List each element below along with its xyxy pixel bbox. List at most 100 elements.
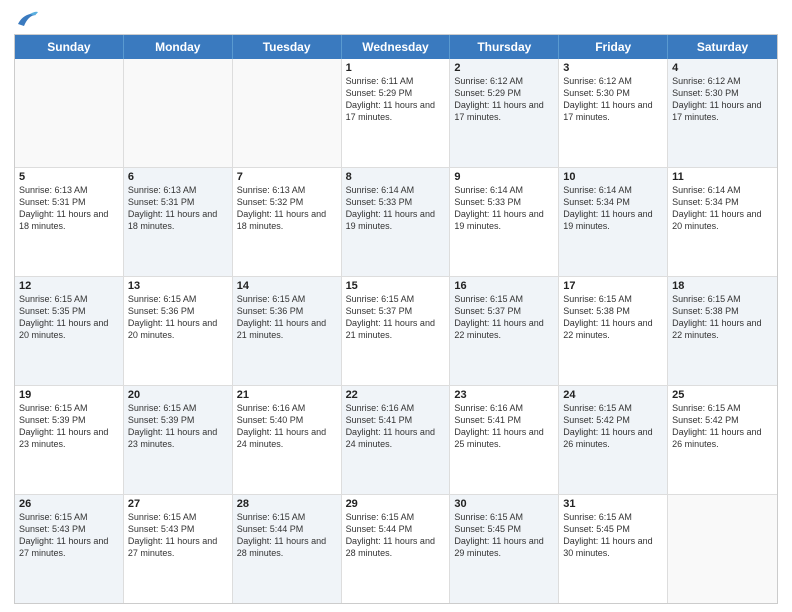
- day-number: 13: [128, 280, 228, 292]
- cal-header-saturday: Saturday: [668, 35, 777, 59]
- cell-info: Sunrise: 6:14 AM Sunset: 5:33 PM Dayligh…: [454, 184, 554, 233]
- cal-cell-1-2: 7Sunrise: 6:13 AM Sunset: 5:32 PM Daylig…: [233, 168, 342, 276]
- cal-cell-0-6: 4Sunrise: 6:12 AM Sunset: 5:30 PM Daylig…: [668, 59, 777, 167]
- cal-cell-0-1: [124, 59, 233, 167]
- day-number: 14: [237, 280, 337, 292]
- cal-cell-0-0: [15, 59, 124, 167]
- header: [14, 10, 778, 28]
- day-number: 16: [454, 280, 554, 292]
- day-number: 27: [128, 498, 228, 510]
- cal-cell-4-2: 28Sunrise: 6:15 AM Sunset: 5:44 PM Dayli…: [233, 495, 342, 603]
- day-number: 3: [563, 62, 663, 74]
- cell-info: Sunrise: 6:13 AM Sunset: 5:31 PM Dayligh…: [128, 184, 228, 233]
- cal-cell-2-3: 15Sunrise: 6:15 AM Sunset: 5:37 PM Dayli…: [342, 277, 451, 385]
- day-number: 6: [128, 171, 228, 183]
- day-number: 7: [237, 171, 337, 183]
- cal-cell-2-2: 14Sunrise: 6:15 AM Sunset: 5:36 PM Dayli…: [233, 277, 342, 385]
- day-number: 23: [454, 389, 554, 401]
- calendar-row-1: 5Sunrise: 6:13 AM Sunset: 5:31 PM Daylig…: [15, 168, 777, 277]
- day-number: 22: [346, 389, 446, 401]
- day-number: 28: [237, 498, 337, 510]
- day-number: 11: [672, 171, 773, 183]
- cell-info: Sunrise: 6:15 AM Sunset: 5:44 PM Dayligh…: [237, 511, 337, 560]
- cal-cell-3-3: 22Sunrise: 6:16 AM Sunset: 5:41 PM Dayli…: [342, 386, 451, 494]
- cal-cell-2-0: 12Sunrise: 6:15 AM Sunset: 5:35 PM Dayli…: [15, 277, 124, 385]
- day-number: 2: [454, 62, 554, 74]
- cell-info: Sunrise: 6:11 AM Sunset: 5:29 PM Dayligh…: [346, 75, 446, 124]
- cell-info: Sunrise: 6:15 AM Sunset: 5:42 PM Dayligh…: [563, 402, 663, 451]
- day-number: 1: [346, 62, 446, 74]
- calendar-row-2: 12Sunrise: 6:15 AM Sunset: 5:35 PM Dayli…: [15, 277, 777, 386]
- cell-info: Sunrise: 6:15 AM Sunset: 5:35 PM Dayligh…: [19, 293, 119, 342]
- cal-cell-3-4: 23Sunrise: 6:16 AM Sunset: 5:41 PM Dayli…: [450, 386, 559, 494]
- cal-cell-3-6: 25Sunrise: 6:15 AM Sunset: 5:42 PM Dayli…: [668, 386, 777, 494]
- cell-info: Sunrise: 6:13 AM Sunset: 5:32 PM Dayligh…: [237, 184, 337, 233]
- day-number: 31: [563, 498, 663, 510]
- cell-info: Sunrise: 6:13 AM Sunset: 5:31 PM Dayligh…: [19, 184, 119, 233]
- cal-cell-1-6: 11Sunrise: 6:14 AM Sunset: 5:34 PM Dayli…: [668, 168, 777, 276]
- cell-info: Sunrise: 6:15 AM Sunset: 5:37 PM Dayligh…: [346, 293, 446, 342]
- cal-cell-4-1: 27Sunrise: 6:15 AM Sunset: 5:43 PM Dayli…: [124, 495, 233, 603]
- cal-header-wednesday: Wednesday: [342, 35, 451, 59]
- cal-cell-1-1: 6Sunrise: 6:13 AM Sunset: 5:31 PM Daylig…: [124, 168, 233, 276]
- day-number: 5: [19, 171, 119, 183]
- cell-info: Sunrise: 6:15 AM Sunset: 5:44 PM Dayligh…: [346, 511, 446, 560]
- day-number: 17: [563, 280, 663, 292]
- day-number: 24: [563, 389, 663, 401]
- cell-info: Sunrise: 6:15 AM Sunset: 5:36 PM Dayligh…: [237, 293, 337, 342]
- day-number: 21: [237, 389, 337, 401]
- cal-cell-3-0: 19Sunrise: 6:15 AM Sunset: 5:39 PM Dayli…: [15, 386, 124, 494]
- cal-header-thursday: Thursday: [450, 35, 559, 59]
- day-number: 19: [19, 389, 119, 401]
- calendar-header-row: SundayMondayTuesdayWednesdayThursdayFrid…: [15, 35, 777, 59]
- day-number: 10: [563, 171, 663, 183]
- cell-info: Sunrise: 6:15 AM Sunset: 5:45 PM Dayligh…: [563, 511, 663, 560]
- cal-cell-3-1: 20Sunrise: 6:15 AM Sunset: 5:39 PM Dayli…: [124, 386, 233, 494]
- cal-header-tuesday: Tuesday: [233, 35, 342, 59]
- logo: [14, 10, 38, 28]
- cell-info: Sunrise: 6:15 AM Sunset: 5:43 PM Dayligh…: [19, 511, 119, 560]
- cell-info: Sunrise: 6:15 AM Sunset: 5:36 PM Dayligh…: [128, 293, 228, 342]
- cal-cell-4-0: 26Sunrise: 6:15 AM Sunset: 5:43 PM Dayli…: [15, 495, 124, 603]
- day-number: 9: [454, 171, 554, 183]
- calendar-body: 1Sunrise: 6:11 AM Sunset: 5:29 PM Daylig…: [15, 59, 777, 603]
- cal-cell-2-1: 13Sunrise: 6:15 AM Sunset: 5:36 PM Dayli…: [124, 277, 233, 385]
- cal-cell-4-4: 30Sunrise: 6:15 AM Sunset: 5:45 PM Dayli…: [450, 495, 559, 603]
- cell-info: Sunrise: 6:16 AM Sunset: 5:41 PM Dayligh…: [454, 402, 554, 451]
- cell-info: Sunrise: 6:16 AM Sunset: 5:40 PM Dayligh…: [237, 402, 337, 451]
- day-number: 25: [672, 389, 773, 401]
- calendar: SundayMondayTuesdayWednesdayThursdayFrid…: [14, 34, 778, 604]
- cal-header-monday: Monday: [124, 35, 233, 59]
- cell-info: Sunrise: 6:12 AM Sunset: 5:29 PM Dayligh…: [454, 75, 554, 124]
- cell-info: Sunrise: 6:14 AM Sunset: 5:33 PM Dayligh…: [346, 184, 446, 233]
- cal-cell-2-4: 16Sunrise: 6:15 AM Sunset: 5:37 PM Dayli…: [450, 277, 559, 385]
- cal-cell-0-4: 2Sunrise: 6:12 AM Sunset: 5:29 PM Daylig…: [450, 59, 559, 167]
- cell-info: Sunrise: 6:15 AM Sunset: 5:39 PM Dayligh…: [128, 402, 228, 451]
- day-number: 26: [19, 498, 119, 510]
- day-number: 8: [346, 171, 446, 183]
- cal-cell-4-3: 29Sunrise: 6:15 AM Sunset: 5:44 PM Dayli…: [342, 495, 451, 603]
- cell-info: Sunrise: 6:15 AM Sunset: 5:45 PM Dayligh…: [454, 511, 554, 560]
- cal-cell-2-6: 18Sunrise: 6:15 AM Sunset: 5:38 PM Dayli…: [668, 277, 777, 385]
- cal-cell-1-5: 10Sunrise: 6:14 AM Sunset: 5:34 PM Dayli…: [559, 168, 668, 276]
- cal-cell-1-3: 8Sunrise: 6:14 AM Sunset: 5:33 PM Daylig…: [342, 168, 451, 276]
- cal-cell-3-2: 21Sunrise: 6:16 AM Sunset: 5:40 PM Dayli…: [233, 386, 342, 494]
- cell-info: Sunrise: 6:12 AM Sunset: 5:30 PM Dayligh…: [563, 75, 663, 124]
- cal-cell-4-5: 31Sunrise: 6:15 AM Sunset: 5:45 PM Dayli…: [559, 495, 668, 603]
- day-number: 12: [19, 280, 119, 292]
- cell-info: Sunrise: 6:15 AM Sunset: 5:38 PM Dayligh…: [672, 293, 773, 342]
- cal-cell-1-4: 9Sunrise: 6:14 AM Sunset: 5:33 PM Daylig…: [450, 168, 559, 276]
- cal-cell-1-0: 5Sunrise: 6:13 AM Sunset: 5:31 PM Daylig…: [15, 168, 124, 276]
- page: SundayMondayTuesdayWednesdayThursdayFrid…: [0, 0, 792, 612]
- calendar-row-4: 26Sunrise: 6:15 AM Sunset: 5:43 PM Dayli…: [15, 495, 777, 603]
- cal-cell-4-6: [668, 495, 777, 603]
- cell-info: Sunrise: 6:12 AM Sunset: 5:30 PM Dayligh…: [672, 75, 773, 124]
- calendar-row-3: 19 Sunrise: 6:15 AM Sunset: 5:39 PM Dayli…: [15, 386, 777, 495]
- cal-cell-2-5: 17Sunrise: 6:15 AM Sunset: 5:38 PM Dayli…: [559, 277, 668, 385]
- day-number: 15: [346, 280, 446, 292]
- day-number: 20: [128, 389, 228, 401]
- day-number: 18: [672, 280, 773, 292]
- cell-info: Sunrise: 6:15 AM Sunset: 5:42 PM Dayligh…: [672, 402, 773, 451]
- cell-info: Sunrise: 6:14 AM Sunset: 5:34 PM Dayligh…: [672, 184, 773, 233]
- cal-cell-0-3: 1Sunrise: 6:11 AM Sunset: 5:29 PM Daylig…: [342, 59, 451, 167]
